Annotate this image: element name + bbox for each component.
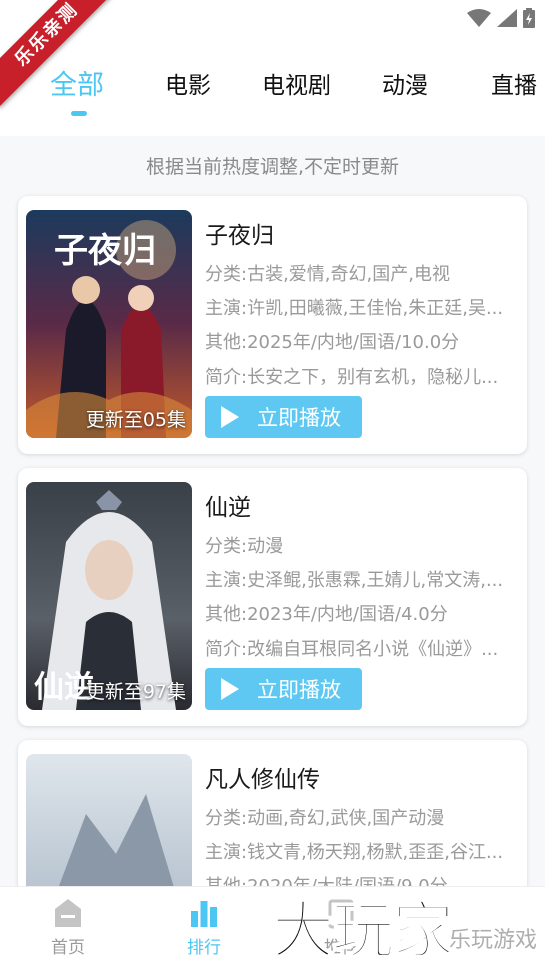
wifi-icon (467, 9, 491, 27)
signal-icon (497, 9, 517, 27)
ranking-note: 根据当前热度调整,不定时更新 (145, 156, 400, 178)
nav-ranking[interactable]: 排行 (159, 897, 249, 958)
home-icon (55, 899, 81, 927)
poster-art: 仙逆 (26, 482, 192, 710)
poster-art: 子夜归 (26, 210, 192, 438)
nav-ranking-label: 排行 (187, 938, 221, 958)
nav-home-label: 首页 (51, 938, 85, 958)
play-button[interactable]: 立即播放 (205, 396, 362, 438)
item-category: 分类:古装,爱情,奇幻,国产,电视 (205, 264, 450, 285)
play-label: 立即播放 (257, 406, 341, 430)
nav-home[interactable]: 首页 (23, 897, 113, 958)
watermark-sub-text: 乐玩游戏 (448, 928, 537, 953)
item-title[interactable]: 子夜归 (205, 216, 274, 250)
poster-title-text: 子夜归 (54, 231, 156, 271)
item-title[interactable]: 凡人修仙传 (205, 760, 320, 794)
play-label: 立即播放 (257, 678, 341, 702)
item-other: 其他:2025年/内地/国语/10.0分 (205, 332, 460, 353)
item-category: 分类:动漫 (205, 536, 284, 557)
watermark-logo: 大玩家 乐玩游戏 (271, 880, 545, 970)
tab-movies[interactable]: 电影 (165, 66, 211, 100)
play-button[interactable]: 立即播放 (205, 668, 362, 710)
list-item[interactable]: 子夜归 更新至05集 子夜归 分类:古装,爱情,奇幻,国产,电视 主演:许凯,田… (18, 196, 527, 454)
item-cast: 主演:史泽鲲,张惠霖,王婧儿,常文涛,... (205, 570, 504, 591)
list-item[interactable]: 仙逆 更新至97集 仙逆 分类:动漫 主演:史泽鲲,张惠霖,王婧儿,常文涛,..… (18, 468, 527, 726)
item-other: 其他:2023年/内地/国语/4.0分 (205, 604, 448, 625)
watermark-main-text: 大玩家 (271, 893, 455, 968)
item-cast: 主演:钱文青,杨天翔,杨默,歪歪,谷江... (205, 842, 504, 863)
ranking-icon (191, 901, 217, 927)
poster-image[interactable]: 子夜归 更新至05集 (26, 210, 192, 438)
poster-image[interactable]: 仙逆 更新至97集 (26, 482, 192, 710)
tab-anime[interactable]: 动漫 (382, 66, 428, 100)
tab-all[interactable]: 全部 (50, 63, 104, 102)
episode-update: 更新至05集 (85, 409, 186, 431)
play-icon (221, 406, 239, 428)
tab-live[interactable]: 直播 (491, 66, 537, 100)
tab-tv-series[interactable]: 电视剧 (262, 66, 331, 100)
tab-active-indicator (71, 111, 87, 116)
item-title[interactable]: 仙逆 (205, 488, 251, 522)
status-icons (467, 8, 535, 28)
item-intro: 简介:长安之下，别有玄机，隐秘儿... (205, 367, 499, 388)
item-cast: 主演:许凯,田曦薇,王佳怡,朱正廷,吴... (205, 298, 504, 319)
category-tabs: 全部 电影 电视剧 动漫 直播 (0, 36, 545, 136)
item-category: 分类:动画,奇幻,武侠,国产动漫 (205, 808, 445, 829)
play-icon (221, 678, 239, 700)
item-intro: 简介:改编自耳根同名小说《仙逆》... (205, 639, 499, 660)
episode-update: 更新至97集 (85, 681, 186, 703)
battery-icon (523, 8, 535, 28)
